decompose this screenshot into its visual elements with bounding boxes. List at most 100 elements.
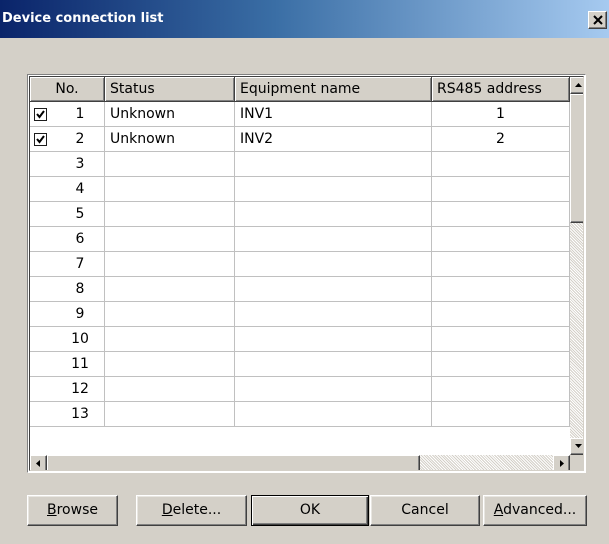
cell-equipment-name[interactable]: INV2 — [235, 127, 432, 152]
cell-equipment-name[interactable] — [235, 377, 432, 402]
cell-equipment-name[interactable] — [235, 227, 432, 252]
cell-status[interactable] — [105, 177, 235, 202]
cell-rs485-address[interactable] — [432, 277, 570, 302]
scroll-right-button[interactable] — [553, 455, 570, 470]
cell-equipment-name[interactable] — [235, 302, 432, 327]
cell-no[interactable]: 8 — [30, 277, 105, 302]
cell-rs485-address[interactable] — [432, 177, 570, 202]
cell-status[interactable] — [105, 152, 235, 177]
table-row[interactable]: 13 — [30, 402, 570, 427]
cell-no[interactable]: 13 — [30, 402, 105, 427]
cell-equipment-name[interactable] — [235, 202, 432, 227]
cell-status[interactable] — [105, 327, 235, 352]
table-row[interactable]: 4 — [30, 177, 570, 202]
close-button[interactable] — [588, 11, 607, 29]
cell-equipment-name[interactable] — [235, 277, 432, 302]
cell-equipment-name[interactable]: INV1 — [235, 102, 432, 127]
row-number: 13 — [71, 406, 89, 422]
row-number: 2 — [75, 131, 85, 147]
cell-rs485-address[interactable] — [432, 302, 570, 327]
column-header-status[interactable]: Status — [105, 77, 235, 102]
cell-no[interactable]: 5 — [30, 202, 105, 227]
cell-status[interactable] — [105, 377, 235, 402]
cell-rs485-address[interactable]: 1 — [432, 102, 570, 127]
cell-rs485-address[interactable] — [432, 377, 570, 402]
vertical-scrollbar[interactable] — [570, 77, 583, 455]
cell-rs485-address[interactable] — [432, 252, 570, 277]
cell-equipment-name[interactable] — [235, 177, 432, 202]
cancel-button[interactable]: Cancel — [370, 495, 480, 526]
cell-status[interactable] — [105, 277, 235, 302]
row-number: 6 — [75, 231, 85, 247]
cell-no[interactable]: 12 — [30, 377, 105, 402]
cancel-label: Cancel — [401, 502, 449, 518]
cell-rs485-address[interactable] — [432, 352, 570, 377]
scroll-down-button[interactable] — [570, 438, 583, 455]
close-icon — [593, 15, 603, 25]
table-row[interactable]: 2 Unknown INV2 2 — [30, 127, 570, 152]
horizontal-scroll-thumb[interactable] — [47, 455, 420, 470]
cell-rs485-address[interactable] — [432, 202, 570, 227]
table-row[interactable]: 10 — [30, 327, 570, 352]
table-row[interactable]: 9 — [30, 302, 570, 327]
cell-no[interactable]: 7 — [30, 252, 105, 277]
cell-equipment-name[interactable] — [235, 152, 432, 177]
browse-label: rowse — [56, 502, 98, 518]
table-row[interactable]: 6 — [30, 227, 570, 252]
cell-rs485-address[interactable] — [432, 152, 570, 177]
table-row[interactable]: 5 — [30, 202, 570, 227]
scroll-up-button[interactable] — [570, 77, 583, 94]
table-row[interactable]: 7 — [30, 252, 570, 277]
browse-button[interactable]: Browse — [27, 495, 118, 526]
cell-equipment-name[interactable] — [235, 402, 432, 427]
cell-status[interactable] — [105, 352, 235, 377]
cell-no[interactable]: 4 — [30, 177, 105, 202]
cell-equipment-name[interactable] — [235, 327, 432, 352]
cell-rs485-address[interactable] — [432, 327, 570, 352]
cell-no[interactable]: 3 — [30, 152, 105, 177]
table-row[interactable]: 11 — [30, 352, 570, 377]
cell-status[interactable]: Unknown — [105, 102, 235, 127]
window-title: Device connection list — [2, 11, 164, 26]
cell-equipment-name[interactable] — [235, 252, 432, 277]
cell-status[interactable] — [105, 252, 235, 277]
row-number: 11 — [71, 356, 89, 372]
cell-no[interactable]: 2 — [30, 127, 105, 152]
row-checkbox[interactable] — [34, 133, 47, 146]
column-header-equipment-name[interactable]: Equipment name — [235, 77, 432, 102]
arrow-left-icon — [36, 460, 40, 467]
cell-rs485-address[interactable]: 2 — [432, 127, 570, 152]
cell-status[interactable] — [105, 202, 235, 227]
table-row[interactable]: 12 — [30, 377, 570, 402]
cell-rs485-address[interactable] — [432, 402, 570, 427]
column-header-rs485-address[interactable]: RS485 address — [432, 77, 570, 102]
table-row[interactable]: 8 — [30, 277, 570, 302]
cell-status[interactable] — [105, 302, 235, 327]
advanced-button[interactable]: Advanced... — [483, 495, 587, 526]
horizontal-scrollbar[interactable] — [30, 455, 570, 470]
delete-button[interactable]: Delete... — [136, 495, 247, 526]
cell-no[interactable]: 11 — [30, 352, 105, 377]
column-header-no[interactable]: No. — [30, 77, 105, 102]
cell-no[interactable]: 6 — [30, 227, 105, 252]
cell-no[interactable]: 1 — [30, 102, 105, 127]
vertical-scroll-thumb[interactable] — [570, 94, 583, 223]
cell-rs485-address[interactable] — [432, 227, 570, 252]
cell-no[interactable]: 9 — [30, 302, 105, 327]
cell-status[interactable] — [105, 227, 235, 252]
ok-button[interactable]: OK — [251, 495, 369, 526]
row-number: 12 — [71, 381, 89, 397]
table-row[interactable]: 1 Unknown INV1 1 — [30, 102, 570, 127]
cell-equipment-name[interactable] — [235, 352, 432, 377]
row-number: 3 — [75, 156, 85, 172]
delete-accelerator: D — [161, 502, 173, 518]
table-row[interactable]: 3 — [30, 152, 570, 177]
cell-status[interactable] — [105, 402, 235, 427]
row-number: 5 — [75, 206, 85, 222]
row-checkbox[interactable] — [34, 108, 47, 121]
scroll-left-button[interactable] — [30, 455, 47, 470]
cell-no[interactable]: 10 — [30, 327, 105, 352]
device-connection-dialog: Device connection list No. Status Equipm… — [0, 0, 609, 544]
cell-status[interactable]: Unknown — [105, 127, 235, 152]
title-bar[interactable]: Device connection list — [0, 0, 609, 38]
